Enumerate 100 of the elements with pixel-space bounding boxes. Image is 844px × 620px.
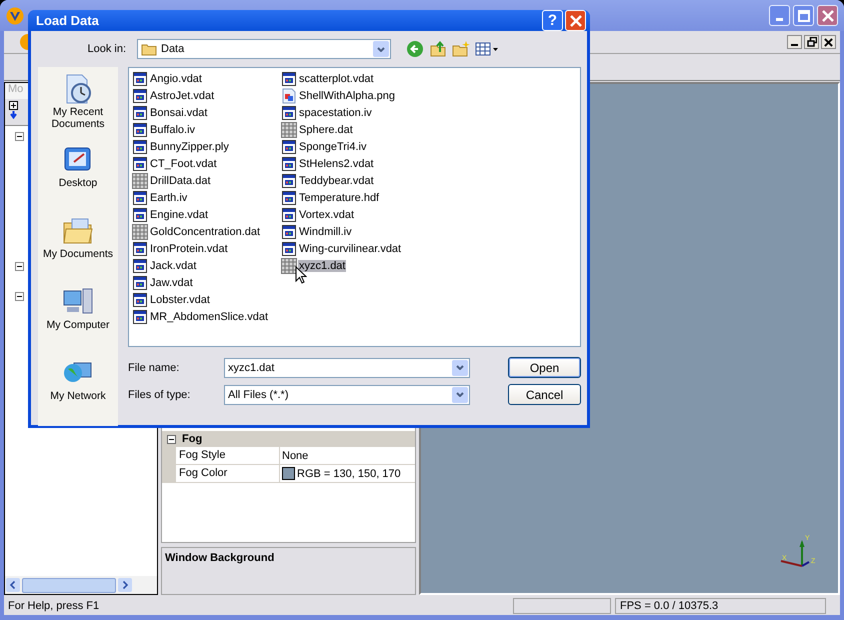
scroll-left-icon[interactable] <box>6 578 20 592</box>
chevron-down-icon <box>456 392 464 397</box>
file-item[interactable]: ShellWithAlpha.png <box>281 87 402 104</box>
file-window-icon <box>132 156 148 172</box>
minimize-icon <box>791 44 798 46</box>
close-icon <box>570 14 582 26</box>
file-item[interactable]: Bonsai.vdat <box>132 104 270 121</box>
file-item[interactable]: MR_AbdomenSlice.vdat <box>132 308 270 325</box>
file-window-icon <box>281 240 298 256</box>
restore-icon <box>806 37 816 47</box>
field-label: Files of type: <box>128 388 192 400</box>
places-bar-item[interactable]: My Computer <box>38 284 118 355</box>
file-item[interactable]: Wing-curvilinear.vdat <box>281 240 402 257</box>
view-menu-icon[interactable] <box>475 41 499 57</box>
file-window-icon <box>132 138 148 154</box>
file-item[interactable]: Sphere.dat <box>281 121 402 138</box>
file-window-icon <box>132 308 148 324</box>
close-icon <box>822 10 834 22</box>
image-file-icon <box>281 88 298 104</box>
file-window-icon <box>132 240 148 256</box>
grid-file-icon <box>132 172 148 188</box>
file-item[interactable]: Earth.iv <box>132 189 270 206</box>
restore-button[interactable] <box>804 35 819 49</box>
file-item[interactable]: Windmill.iv <box>281 223 402 240</box>
minimize-icon <box>776 18 783 21</box>
file-item[interactable]: AstroJet.vdat <box>132 87 270 104</box>
file-name-field[interactable]: xyzc1.dat <box>224 358 470 378</box>
horizontal-scrollbar[interactable] <box>5 576 157 594</box>
expand-icon <box>9 101 19 119</box>
file-item[interactable]: xyzc1.dat <box>281 257 402 274</box>
file-window-icon <box>281 104 298 120</box>
file-type-dropdown[interactable]: All Files (*.*) <box>224 384 470 404</box>
open-button[interactable]: Open <box>508 357 581 378</box>
maximize-icon <box>798 10 810 22</box>
file-item[interactable]: scatterplot.vdat <box>281 70 402 87</box>
file-item[interactable]: Buffalo.iv <box>132 121 270 138</box>
file-item[interactable]: BunnyZipper.ply <box>132 138 270 155</box>
up-folder-icon[interactable] <box>429 40 447 58</box>
file-window-icon <box>132 122 148 138</box>
section-title: Fog <box>182 433 202 445</box>
property-value: None <box>282 450 308 462</box>
field-label: File name: <box>128 362 180 374</box>
property-value: RGB = 130, 150, 170 <box>297 468 401 480</box>
places-bar-item[interactable]: My Documents <box>38 213 118 284</box>
file-item[interactable]: Temperature.hdf <box>281 189 402 206</box>
chevron-down-icon <box>377 46 385 52</box>
file-item[interactable]: GoldConcentration.dat <box>132 223 270 240</box>
file-window-icon <box>132 274 148 290</box>
file-item[interactable]: SpongeTri4.iv <box>281 138 402 155</box>
file-item[interactable]: Angio.vdat <box>132 70 270 87</box>
file-window-icon <box>281 206 298 222</box>
file-window-icon <box>132 104 148 120</box>
file-window-icon <box>132 70 148 86</box>
file-window-icon <box>281 190 298 206</box>
field-label: Look in: <box>86 43 127 55</box>
collapse-icon <box>15 262 24 271</box>
file-item[interactable]: Jaw.vdat <box>132 274 270 291</box>
maximize-button[interactable] <box>793 5 814 26</box>
dropdown-button[interactable] <box>373 41 389 57</box>
file-window-icon <box>281 172 298 188</box>
file-window-icon <box>132 206 148 222</box>
file-window-icon <box>132 258 148 274</box>
status-message: For Help, press F1 <box>7 600 100 612</box>
cancel-button[interactable]: Cancel <box>508 384 581 405</box>
description-title: Window Background <box>165 552 274 564</box>
places-bar-item[interactable]: My Network <box>38 355 118 426</box>
grid-file-icon <box>281 258 298 274</box>
places-bar-item[interactable]: Desktop <box>38 142 118 213</box>
app-logo-icon <box>6 6 24 24</box>
grid-file-icon <box>281 122 298 138</box>
file-item[interactable]: Engine.vdat <box>132 206 270 223</box>
dropdown-button[interactable] <box>452 360 468 376</box>
folder-dropdown[interactable]: Data <box>137 39 391 59</box>
dialog-title: Load Data <box>36 13 100 28</box>
help-button[interactable]: ? <box>542 10 563 31</box>
file-item[interactable]: Teddybear.vdat <box>281 172 402 189</box>
file-window-icon <box>132 88 148 104</box>
file-window-icon <box>132 292 148 308</box>
file-item[interactable]: CT_Foot.vdat <box>132 155 270 172</box>
chevron-down-icon <box>456 365 464 370</box>
file-window-icon <box>281 70 298 86</box>
collapse-icon[interactable] <box>167 434 176 444</box>
file-window-icon <box>132 190 148 206</box>
file-item[interactable]: Vortex.vdat <box>281 206 402 223</box>
file-item[interactable]: Jack.vdat <box>132 257 270 274</box>
file-item[interactable]: Lobster.vdat <box>132 291 270 308</box>
places-bar-item[interactable]: My Recent Documents <box>38 71 118 142</box>
file-item[interactable]: DrillData.dat <box>132 172 270 189</box>
fps-readout: FPS = 0.0 / 10375.3 <box>615 598 826 614</box>
file-item[interactable]: spacestation.iv <box>281 104 402 121</box>
collapse-icon <box>15 132 24 141</box>
scroll-right-icon[interactable] <box>118 578 132 592</box>
file-item[interactable]: StHelens2.vdat <box>281 155 402 172</box>
folder-icon <box>141 42 157 56</box>
close-button[interactable] <box>821 35 836 49</box>
minimize-button[interactable] <box>787 35 802 49</box>
document-logo-icon <box>20 34 28 50</box>
file-item[interactable]: IronProtein.vdat <box>132 240 270 257</box>
property-name: Fog Color <box>176 465 280 482</box>
dropdown-button[interactable] <box>452 386 468 402</box>
